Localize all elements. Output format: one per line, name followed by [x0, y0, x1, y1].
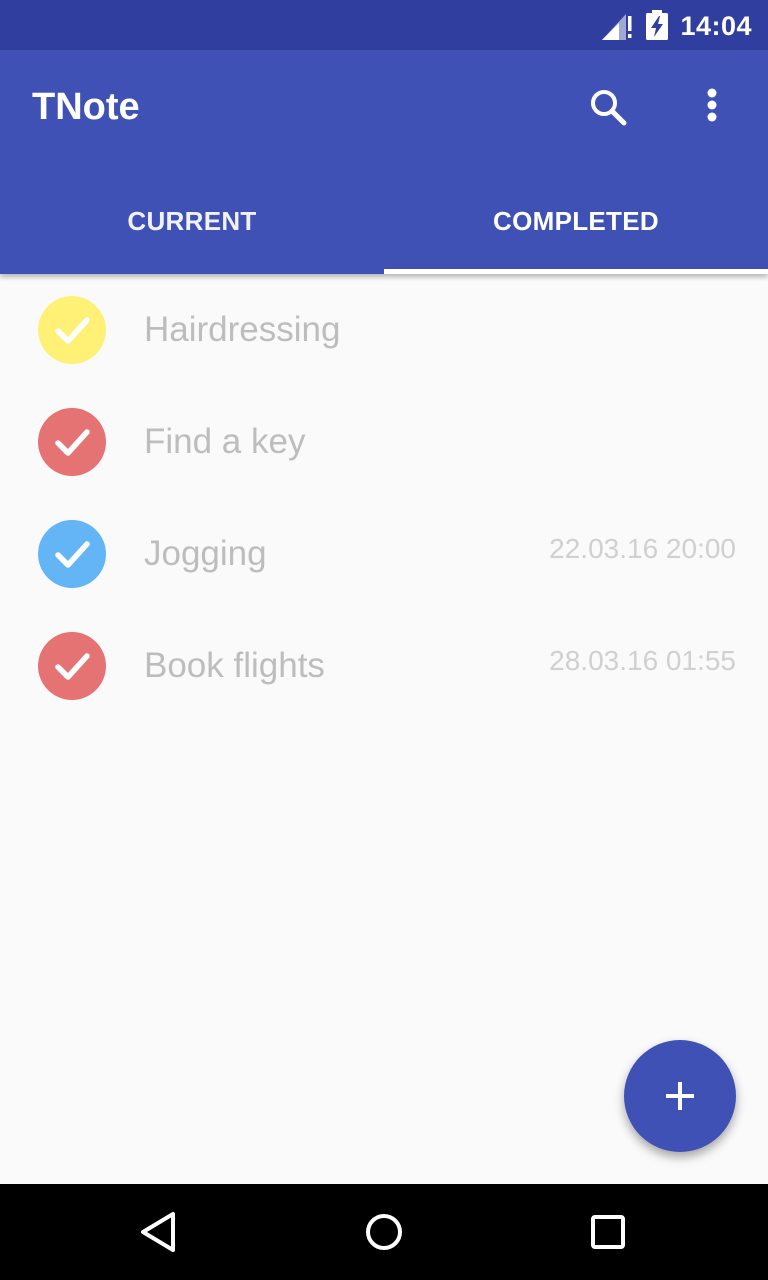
task-title: Book flights	[144, 646, 325, 685]
navigation-bar	[0, 1184, 768, 1280]
task-title: Jogging	[144, 534, 267, 573]
task-title: Hairdressing	[144, 310, 341, 349]
recents-button[interactable]	[590, 1214, 626, 1255]
search-button[interactable]	[585, 84, 631, 130]
app-title: TNote	[32, 86, 140, 128]
check-circle-icon[interactable]	[38, 296, 106, 364]
check-circle-icon[interactable]	[38, 632, 106, 700]
more-options-button[interactable]	[692, 84, 732, 130]
task-title: Find a key	[144, 422, 306, 461]
back-button[interactable]	[138, 1210, 178, 1259]
tab-bar: CURRENT COMPLETED	[0, 162, 768, 274]
back-triangle-icon	[141, 1212, 175, 1252]
battery-charging-icon	[646, 10, 668, 45]
status-bar: 14:04	[0, 0, 768, 50]
tab-completed-label: COMPLETED	[493, 206, 659, 236]
list-item[interactable]: Jogging 22.03.16 20:00	[0, 498, 768, 610]
app-bar: TNote CURRENT COMPLETED	[0, 50, 768, 274]
tab-current[interactable]: CURRENT	[0, 162, 384, 274]
home-button[interactable]	[362, 1210, 406, 1259]
signal-no-data-icon	[602, 10, 634, 45]
task-date: 28.03.16 01:55	[549, 645, 736, 676]
tab-current-label: CURRENT	[127, 206, 257, 236]
list-item[interactable]: Hairdressing	[0, 274, 768, 386]
task-date: 22.03.16 20:00	[549, 533, 736, 564]
add-icon	[666, 1082, 694, 1110]
completed-task-list: Hairdressing Find a key Jogging 22.03.16…	[0, 274, 768, 722]
list-item[interactable]: Find a key	[0, 386, 768, 498]
tab-completed[interactable]: COMPLETED	[384, 162, 768, 274]
check-circle-icon[interactable]	[38, 408, 106, 476]
recents-square-icon	[591, 1215, 625, 1249]
screen: 14:04 TNote CURRENT COMPLETED Hairdressi…	[0, 0, 768, 1280]
tab-indicator	[384, 269, 768, 274]
home-circle-icon	[366, 1214, 402, 1250]
status-time: 14:04	[680, 11, 752, 41]
check-circle-icon[interactable]	[38, 520, 106, 588]
list-item[interactable]: Book flights 28.03.16 01:55	[0, 610, 768, 722]
more-vert-icon	[707, 88, 717, 122]
add-task-fab[interactable]	[624, 1040, 736, 1152]
search-icon	[591, 90, 627, 126]
